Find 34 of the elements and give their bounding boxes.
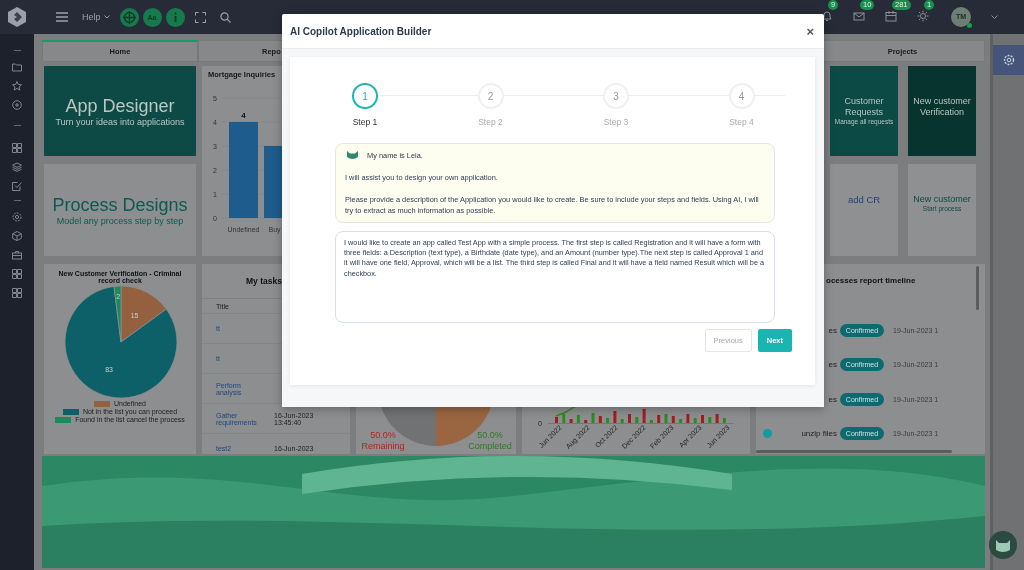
step-label: Step 2 (478, 117, 503, 127)
tile-title: Process Designs (52, 194, 188, 216)
slice-label: 50.0% (477, 430, 503, 440)
tile-title: add CR (847, 194, 881, 205)
step-label: Step 3 (603, 117, 629, 127)
tile-subtitle: Model any process step by step (56, 215, 184, 226)
close-button[interactable]: × (804, 23, 816, 39)
tile-title: Customer Requests (843, 96, 885, 118)
step-circle[interactable]: 2 (477, 83, 504, 109)
help-menu[interactable]: Help (80, 10, 112, 24)
dialog-title: AI Copilot Application Builder (290, 25, 432, 37)
slice-label: Remaining (361, 441, 405, 451)
shortcut-tile[interactable]: New customer Verification (908, 66, 976, 156)
process-designs-tile[interactable]: Process Designs Model any process step by step (44, 164, 196, 256)
step-label: Step 4 (729, 117, 754, 127)
tile-title: New customer Verification (912, 96, 972, 118)
app-designer-tile[interactable]: App Designer Turn your ideas into applications (44, 66, 196, 156)
step-circle[interactable]: 4 (728, 83, 755, 109)
timeline-item: es (827, 360, 837, 370)
card-title: ocesses report timeline (825, 276, 917, 285)
slice-label: 50.0% (370, 430, 396, 440)
tile-title: New customer (913, 194, 971, 205)
bar-value: 4 (241, 111, 246, 120)
shortcut-tile[interactable]: add CR (830, 164, 898, 256)
card-title: My tasks (245, 276, 282, 286)
step-label: Step 1 (352, 117, 378, 127)
tile-subtitle: Turn your ideas into applications (55, 116, 185, 127)
timeline-item: es (827, 394, 837, 404)
timeline-item: es (827, 325, 837, 335)
step-circle[interactable]: 3 (603, 83, 629, 109)
slice-label: Completed (468, 441, 512, 451)
step-circle[interactable]: 1 (352, 83, 378, 109)
tile-title: App Designer (65, 95, 175, 117)
timeline-item: unzip files (800, 429, 837, 439)
